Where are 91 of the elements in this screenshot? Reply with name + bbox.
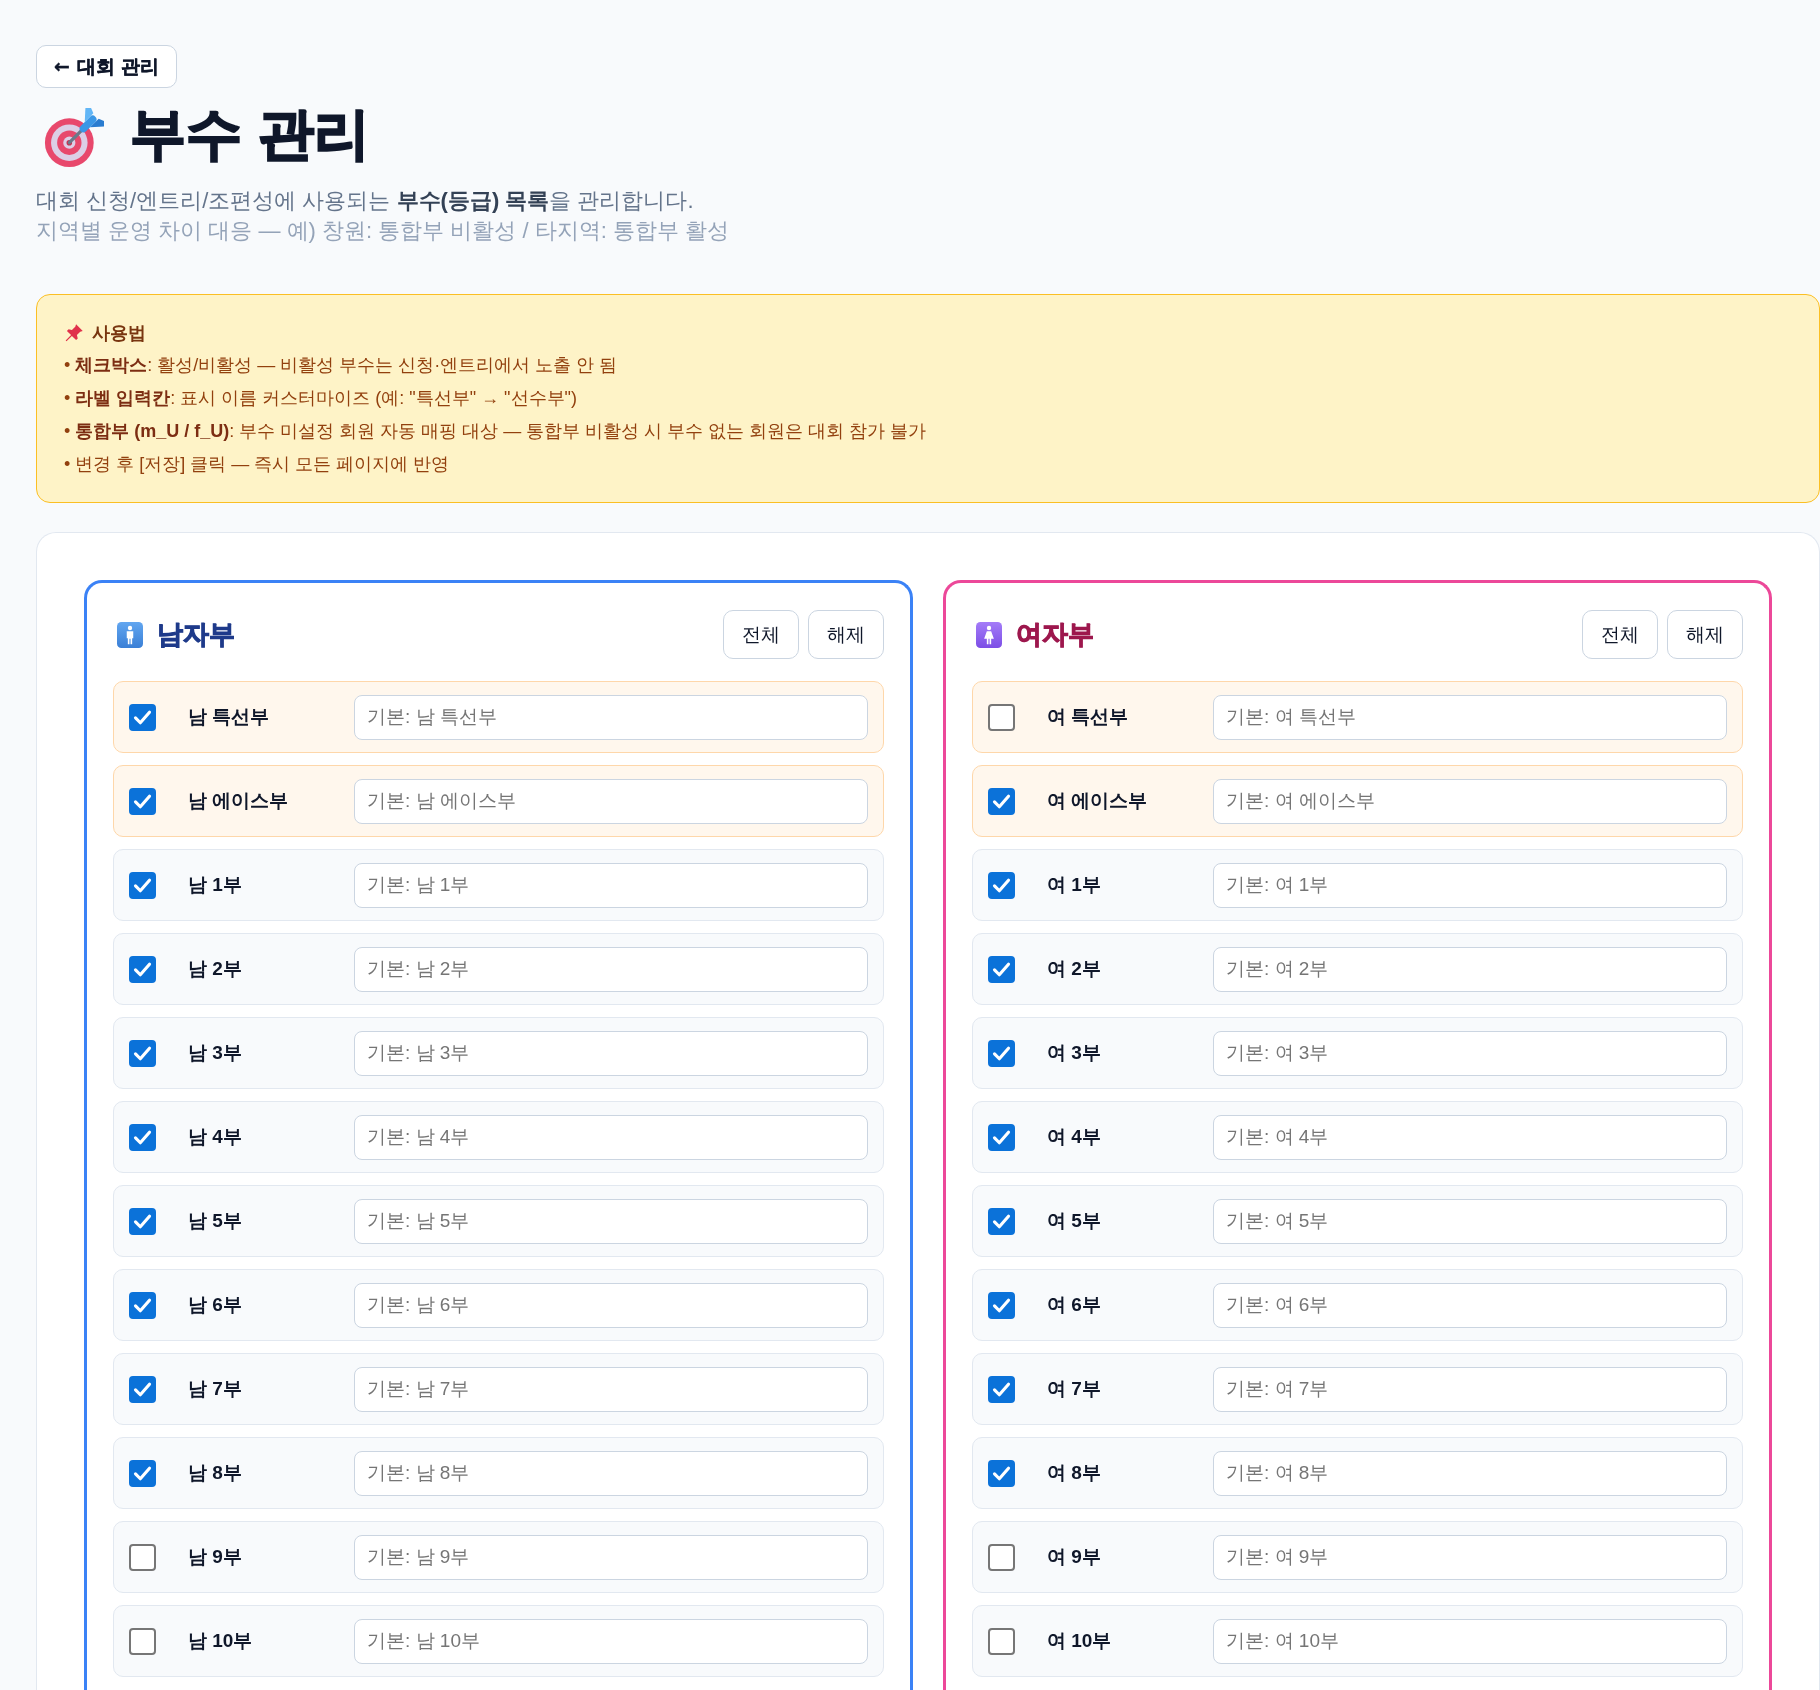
- division-label: 여 3부: [1047, 1041, 1101, 1065]
- division-label: 남 2부: [188, 957, 242, 981]
- checkbox[interactable]: [988, 787, 1015, 815]
- division-label: 여 10부: [1047, 1629, 1112, 1653]
- checkbox[interactable]: [129, 1459, 156, 1487]
- division-label: 남 5부: [188, 1209, 242, 1233]
- label-input-field[interactable]: 기본: 남 5부: [354, 1198, 868, 1244]
- division-label: 여 에이스부: [1047, 789, 1148, 813]
- division-label: 남 10부: [188, 1629, 253, 1653]
- panel-title: 여자부: [1016, 618, 1094, 651]
- division-label: 남 특선부: [188, 705, 270, 729]
- page-description: 대회 신청/엔트리/조편성에 사용되는 부수(등급) 목록을 관리합니다.: [36, 187, 694, 215]
- division-label: 여 8부: [1047, 1461, 1101, 1485]
- label-input-field[interactable]: 기본: 남 에이스부: [354, 778, 868, 824]
- label-input-field[interactable]: 기본: 남 6부: [354, 1282, 868, 1328]
- select-all-button[interactable]: 전체: [723, 610, 799, 659]
- pushpin-icon: [64, 322, 84, 343]
- checkbox[interactable]: [129, 1039, 156, 1067]
- notice-item: • 체크박스: 활성/비활성 — 비활성 부수는 신청·엔트리에서 노출 안 됨: [64, 354, 618, 377]
- label-input-field[interactable]: 기본: 남 4부: [354, 1114, 868, 1160]
- checkbox[interactable]: [129, 703, 156, 731]
- panel-title: 남자부: [157, 618, 235, 651]
- label-input-field[interactable]: 기본: 남 9부: [354, 1534, 868, 1580]
- clear-all-button[interactable]: 해제: [1667, 610, 1743, 659]
- checkbox[interactable]: [988, 1123, 1015, 1151]
- checkbox[interactable]: [988, 1207, 1015, 1235]
- label-input-field[interactable]: 기본: 여 10부: [1213, 1618, 1727, 1664]
- checkbox[interactable]: [988, 1039, 1015, 1067]
- checkbox[interactable]: [988, 955, 1015, 983]
- label-input-field[interactable]: 기본: 남 8부: [354, 1450, 868, 1496]
- division-label: 여 4부: [1047, 1125, 1101, 1149]
- notice-item: • 통합부 (m_U / f_U): 부수 미설정 회원 자동 매핑 대상 — 통합부 비활성 시 부수 없는 회원은 대회 참가 불가: [64, 420, 927, 443]
- checkbox[interactable]: [129, 1543, 156, 1571]
- label-input-field[interactable]: 기본: 여 9부: [1213, 1534, 1727, 1580]
- checkbox[interactable]: [988, 1627, 1015, 1655]
- division-label: 여 특선부: [1047, 705, 1129, 729]
- label-input-field[interactable]: 기본: 남 3부: [354, 1030, 868, 1076]
- division-label: 여 9부: [1047, 1545, 1101, 1569]
- notice-item: • 변경 후 [저장] 클릭 — 즉시 모든 페이지에 반영: [64, 453, 450, 476]
- label-input-field[interactable]: 기본: 여 7부: [1213, 1366, 1727, 1412]
- checkbox[interactable]: [988, 1543, 1015, 1571]
- label-input-field[interactable]: 기본: 남 10부: [354, 1618, 868, 1664]
- division-label: 남 4부: [188, 1125, 242, 1149]
- checkbox[interactable]: [988, 1291, 1015, 1319]
- page-note: 지역별 운영 차이 대응 — 예) 창원: 통합부 비활성 / 타지역: 통합부 활성: [36, 217, 729, 245]
- label-input-field[interactable]: 기본: 남 특선부: [354, 694, 868, 740]
- notice-item: • 라벨 입력칸: 표시 이름 커스터마이즈 (예: "특선부" → "선수부"): [64, 387, 577, 410]
- checkbox[interactable]: [129, 787, 156, 815]
- back-button[interactable]: ← 대회 관리: [36, 45, 178, 88]
- label-input-field[interactable]: 기본: 여 4부: [1213, 1114, 1727, 1160]
- label-input-field[interactable]: 기본: 여 6부: [1213, 1282, 1727, 1328]
- division-label: 남 7부: [188, 1377, 242, 1401]
- division-label: 여 2부: [1047, 957, 1101, 981]
- select-all-button[interactable]: 전체: [1582, 610, 1658, 659]
- checkbox[interactable]: [129, 955, 156, 983]
- division-label: 남 6부: [188, 1293, 242, 1317]
- label-input-field[interactable]: 기본: 남 2부: [354, 946, 868, 992]
- division-label: 남 에이스부: [188, 789, 289, 813]
- checkbox[interactable]: [129, 1207, 156, 1235]
- checkbox[interactable]: [988, 1375, 1015, 1403]
- division-label: 남 1부: [188, 873, 242, 897]
- division-label: 남 8부: [188, 1461, 242, 1485]
- division-label: 남 3부: [188, 1041, 242, 1065]
- label-input-field[interactable]: 기본: 남 7부: [354, 1366, 868, 1412]
- division-label: 여 1부: [1047, 873, 1101, 897]
- label-input-field[interactable]: 기본: 여 5부: [1213, 1198, 1727, 1244]
- division-label: 남 9부: [188, 1545, 242, 1569]
- checkbox[interactable]: [129, 1291, 156, 1319]
- page-title: 부수 관리: [130, 101, 370, 167]
- woman-symbol-icon: [976, 621, 1002, 648]
- label-input-field[interactable]: 기본: 여 특선부: [1213, 694, 1727, 740]
- notice-title: 사용법: [92, 321, 146, 345]
- label-input-field[interactable]: 기본: 남 1부: [354, 862, 868, 908]
- label-input-field[interactable]: 기본: 여 1부: [1213, 862, 1727, 908]
- label-input-field[interactable]: 기본: 여 3부: [1213, 1030, 1727, 1076]
- label-input-field[interactable]: 기본: 여 8부: [1213, 1450, 1727, 1496]
- checkbox[interactable]: [988, 1459, 1015, 1487]
- clear-all-button[interactable]: 해제: [808, 610, 884, 659]
- label-input-field[interactable]: 기본: 여 에이스부: [1213, 778, 1727, 824]
- checkbox[interactable]: [129, 1627, 156, 1655]
- checkbox[interactable]: [988, 703, 1015, 731]
- checkbox[interactable]: [129, 871, 156, 899]
- division-label: 여 6부: [1047, 1293, 1101, 1317]
- division-label: 여 5부: [1047, 1209, 1101, 1233]
- dartboard-icon: [44, 108, 104, 168]
- label-input-field[interactable]: 기본: 여 2부: [1213, 946, 1727, 992]
- division-label: 여 7부: [1047, 1377, 1101, 1401]
- checkbox[interactable]: [129, 1375, 156, 1403]
- checkbox[interactable]: [988, 871, 1015, 899]
- checkbox[interactable]: [129, 1123, 156, 1151]
- man-symbol-icon: [117, 621, 143, 648]
